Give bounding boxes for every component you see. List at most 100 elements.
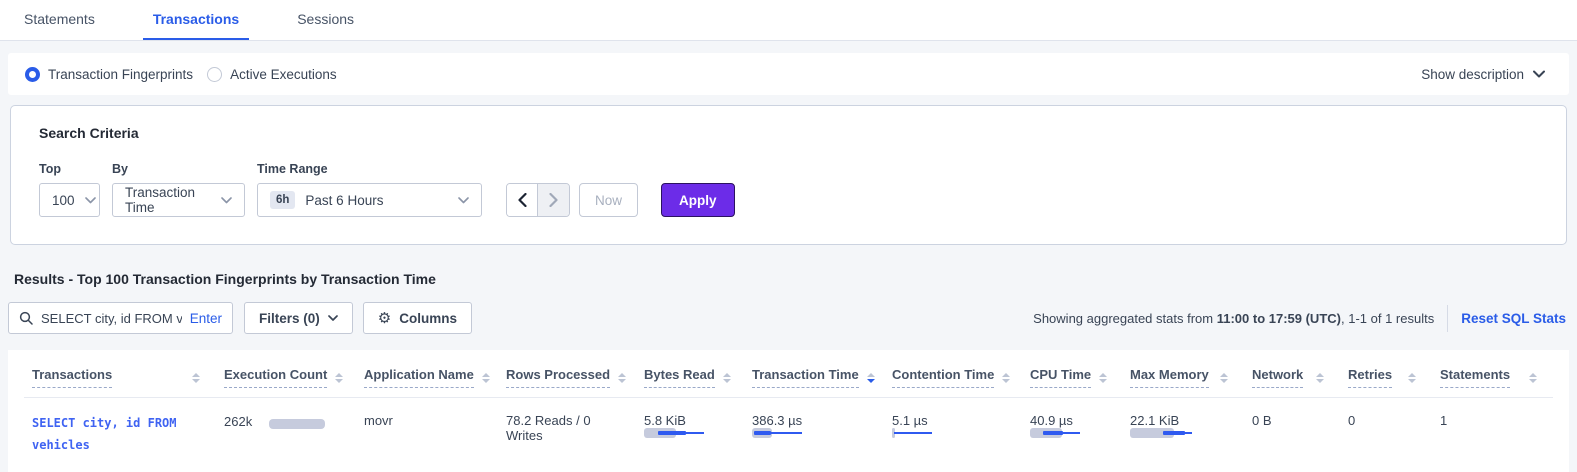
column-header-cpu-time[interactable]: CPU Time <box>1022 350 1122 398</box>
column-header-transactions[interactable]: Transactions <box>24 350 216 398</box>
search-criteria-panel: Search Criteria Top 100 By Transaction T… <box>10 105 1567 245</box>
transactions-table: Transactions Execution Count Application… <box>24 350 1553 472</box>
cell-bytes-read: 5.8 KiB <box>636 398 744 472</box>
sort-icon[interactable] <box>723 373 731 383</box>
radio-label: Active Executions <box>230 67 337 82</box>
columns-button-label: Columns <box>399 311 457 326</box>
column-header-network[interactable]: Network <box>1244 350 1340 398</box>
sort-icon[interactable] <box>1220 373 1228 383</box>
column-header-transaction-time[interactable]: Transaction Time <box>744 350 884 398</box>
sort-icon[interactable] <box>335 373 343 383</box>
column-header-rows-processed[interactable]: Rows Processed <box>498 350 636 398</box>
bytes-read-value: 5.8 KiB <box>644 413 736 428</box>
radio-transaction-fingerprints[interactable]: Transaction Fingerprints <box>25 67 193 82</box>
sort-icon[interactable] <box>192 373 200 383</box>
by-label: By <box>112 162 245 176</box>
cell-statements: 1 <box>1432 398 1553 472</box>
search-criteria-controls: Top 100 By Transaction Time Ti <box>39 162 1538 217</box>
sort-icon[interactable] <box>618 373 626 383</box>
radio-unselected-icon <box>207 67 222 82</box>
chevron-down-icon <box>85 197 96 204</box>
table-row: SELECT city, id FROM vehicles 262k movr … <box>24 398 1553 472</box>
chevron-down-icon <box>1533 70 1545 78</box>
sort-icon[interactable] <box>1408 373 1416 383</box>
transaction-fingerprint-link[interactable]: SELECT city, id FROM vehicles <box>32 413 208 456</box>
results-table-card: Transactions Execution Count Application… <box>8 350 1569 472</box>
cell-network: 0 B <box>1244 398 1340 472</box>
chevron-left-icon <box>518 193 527 207</box>
reset-sql-stats-link[interactable]: Reset SQL Stats <box>1461 311 1566 326</box>
column-header-application-name[interactable]: Application Name <box>356 350 498 398</box>
contention-time-value: 5.1 µs <box>892 413 1014 428</box>
cell-max-memory: 22.1 KiB <box>1122 398 1244 472</box>
top-label: Top <box>39 162 100 176</box>
execution-count-value: 262k <box>224 414 252 429</box>
tab-transactions[interactable]: Transactions <box>143 0 249 40</box>
chevron-down-icon <box>458 197 469 204</box>
cell-retries: 0 <box>1340 398 1432 472</box>
search-icon <box>19 311 33 325</box>
vertical-divider <box>1447 305 1448 332</box>
show-description-toggle[interactable]: Show description <box>1421 67 1545 82</box>
top-select-value: 100 <box>52 193 75 208</box>
search-criteria-title: Search Criteria <box>39 125 1538 141</box>
sort-icon[interactable] <box>867 373 875 383</box>
column-header-retries[interactable]: Retries <box>1340 350 1432 398</box>
sort-icon[interactable] <box>1099 373 1107 383</box>
time-range-label: Time Range <box>257 162 482 176</box>
top-select[interactable]: 100 <box>39 183 100 217</box>
time-range-badge: 6h <box>270 191 295 209</box>
sort-icon[interactable] <box>1002 373 1010 383</box>
previous-time-window-button[interactable] <box>507 184 538 216</box>
column-header-max-memory[interactable]: Max Memory <box>1122 350 1244 398</box>
cell-application-name: movr <box>356 398 498 472</box>
tab-statements[interactable]: Statements <box>14 0 105 40</box>
sql-activity-page: Statements Transactions Sessions Transac… <box>0 0 1577 472</box>
results-toolbar: SELECT city, id FROM vehicles W Enter Fi… <box>8 302 1569 334</box>
filters-button[interactable]: Filters (0) <box>244 302 353 334</box>
view-toggle-strip: Transaction Fingerprints Active Executio… <box>8 53 1569 95</box>
chevron-down-icon <box>221 197 232 204</box>
search-query-text: SELECT city, id FROM vehicles W <box>41 311 182 326</box>
column-header-bytes-read[interactable]: Bytes Read <box>636 350 744 398</box>
search-enter-button[interactable]: Enter <box>190 311 222 326</box>
cell-cpu-time: 40.9 µs <box>1022 398 1122 472</box>
tab-sessions[interactable]: Sessions <box>287 0 364 40</box>
sort-icon[interactable] <box>482 373 490 383</box>
filters-button-label: Filters (0) <box>259 311 320 326</box>
now-button[interactable]: Now <box>579 183 638 217</box>
radio-selected-icon <box>25 67 40 82</box>
table-header-row: Transactions Execution Count Application… <box>24 350 1553 398</box>
cell-execution-count: 262k <box>216 398 356 472</box>
cell-transactions: SELECT city, id FROM vehicles <box>24 398 216 472</box>
column-header-statements[interactable]: Statements <box>1432 350 1553 398</box>
search-input[interactable]: SELECT city, id FROM vehicles W Enter <box>8 302 233 334</box>
columns-button[interactable]: ⚙ Columns <box>363 302 472 334</box>
radio-active-executions[interactable]: Active Executions <box>207 67 337 82</box>
time-range-value: Past 6 Hours <box>305 193 448 208</box>
gear-icon: ⚙ <box>378 311 391 326</box>
apply-button[interactable]: Apply <box>661 183 735 217</box>
cell-transaction-time: 386.3 µs <box>744 398 884 472</box>
tabbar: Statements Transactions Sessions <box>0 0 1577 41</box>
cpu-time-value: 40.9 µs <box>1030 413 1114 428</box>
cell-contention-time: 5.1 µs <box>884 398 1022 472</box>
transaction-time-value: 386.3 µs <box>752 413 876 428</box>
toolbar-right: Showing aggregated stats from 11:00 to 1… <box>1033 305 1569 332</box>
sort-icon[interactable] <box>1316 373 1324 383</box>
by-select[interactable]: Transaction Time <box>112 183 245 217</box>
cell-rows-processed: 78.2 Reads / 0 Writes <box>498 398 636 472</box>
results-title: Results - Top 100 Transaction Fingerprin… <box>14 271 1577 287</box>
aggregated-stats-text: Showing aggregated stats from 11:00 to 1… <box>1033 311 1434 326</box>
max-memory-value: 22.1 KiB <box>1130 413 1236 428</box>
time-window-arrows <box>506 183 570 217</box>
column-header-contention-time[interactable]: Contention Time <box>884 350 1022 398</box>
by-select-value: Transaction Time <box>125 185 211 215</box>
show-description-label: Show description <box>1421 67 1524 82</box>
time-range-select[interactable]: 6h Past 6 Hours <box>257 183 482 217</box>
radio-label: Transaction Fingerprints <box>48 67 193 82</box>
sort-icon[interactable] <box>1529 373 1537 383</box>
column-header-execution-count[interactable]: Execution Count <box>216 350 356 398</box>
execution-count-bar <box>269 419 325 429</box>
next-time-window-button[interactable] <box>538 184 569 216</box>
